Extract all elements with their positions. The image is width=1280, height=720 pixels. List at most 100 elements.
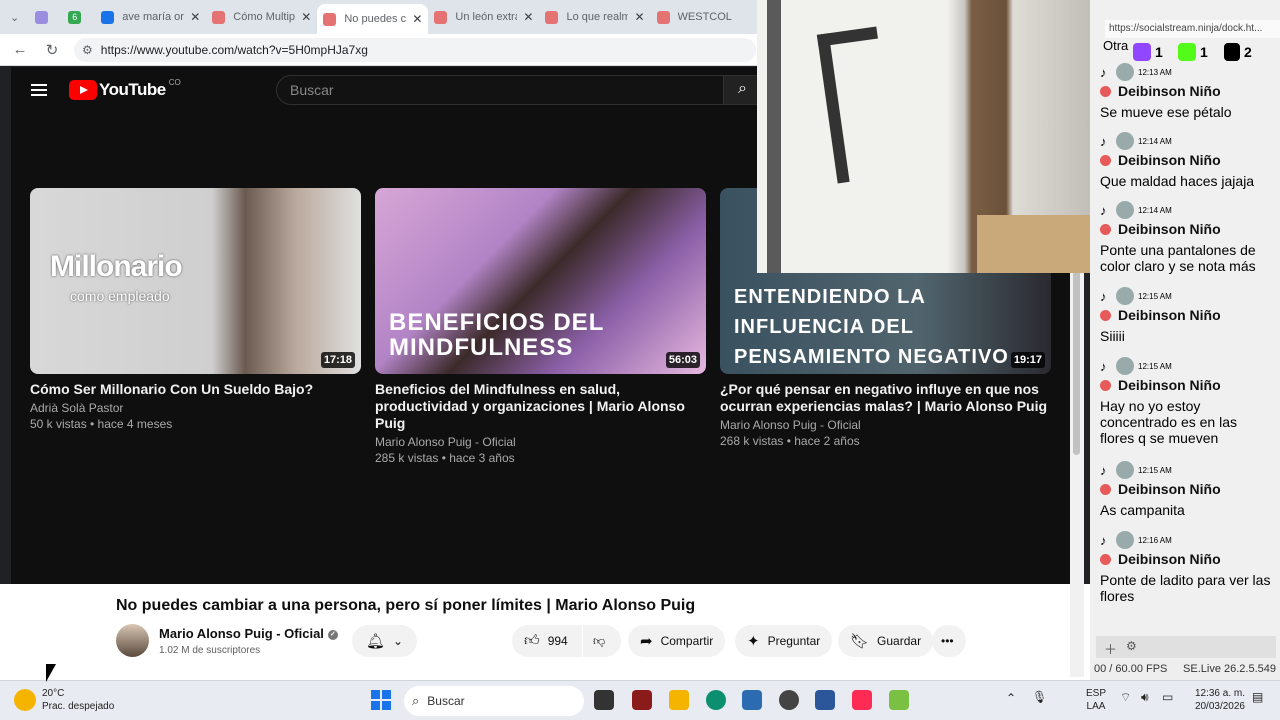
tiktok-count: 2: [1224, 43, 1252, 61]
notifications-button[interactable]: 🔔︎ ⌄: [352, 625, 418, 657]
video-title[interactable]: Beneficios del Mindfulness en salud, pro…: [375, 381, 706, 432]
store-icon[interactable]: [742, 690, 762, 710]
video-title[interactable]: ¿Por qué pensar en negativo influye en q…: [720, 381, 1051, 415]
verified-icon: ✓: [327, 629, 338, 640]
tab-3[interactable]: Cómo Multipl ✕: [206, 4, 317, 30]
message-text: Siiiii: [1100, 328, 1125, 344]
avatar: [1116, 63, 1134, 81]
more-actions-button[interactable]: •••: [932, 625, 966, 657]
like-button[interactable]: 👍︎ 994: [512, 625, 582, 657]
tab-list-button[interactable]: ⌄: [0, 4, 29, 30]
search-input[interactable]: Buscar: [276, 75, 766, 105]
video-thumbnail[interactable]: BENEFICIOS DEL MINDFULNESS 56:03: [375, 188, 706, 374]
edge-browser-icon[interactable]: [706, 690, 726, 710]
share-button[interactable]: ➦ Compartir: [628, 625, 726, 657]
tiktok-count-value: 2: [1244, 44, 1252, 60]
video-channel[interactable]: Adrià Solà Pastor: [30, 401, 361, 415]
url-field[interactable]: ⚙ https://www.youtube.com/watch?v=5H0mpH…: [74, 37, 756, 62]
video-duration: 17:18: [320, 352, 355, 368]
file-explorer-icon[interactable]: [669, 690, 689, 710]
address-bar: ← ↻ ⚙ https://www.youtube.com/watch?v=5H…: [0, 34, 760, 66]
tab-5[interactable]: Un león extra ✕: [428, 4, 539, 30]
wifi-icon[interactable]: ⌔: [1120, 691, 1131, 704]
add-icon[interactable]: ＋: [1104, 639, 1117, 658]
avatar: [1116, 531, 1134, 549]
close-icon[interactable]: ✕: [301, 10, 311, 24]
tab-7[interactable]: WESTCOL: [651, 4, 746, 30]
tab-title: Un león extra: [455, 11, 518, 23]
sparkle-icon: ✦: [747, 633, 760, 650]
video-channel[interactable]: Mario Alonso Puig - Oficial: [375, 435, 706, 449]
weather-text: Prac. despejado: [42, 701, 115, 712]
video-thumbnail[interactable]: Millonario como empleado 17:18: [30, 188, 361, 374]
message-time: 12:14 AM: [1138, 205, 1172, 215]
video-title[interactable]: Cómo Ser Millonario Con Un Sueldo Bajo?: [30, 381, 361, 398]
save-button[interactable]: 🔖︎ Guardar: [838, 625, 934, 657]
chat-message: ♪ 12:13 AM Deibinson Niño Se mueve ese pé…: [1100, 62, 1272, 120]
volume-icon[interactable]: 🔊︎: [1141, 691, 1149, 704]
user-badge-icon: [1100, 483, 1111, 495]
avatar[interactable]: [116, 624, 149, 657]
app-icon[interactable]: [889, 690, 909, 710]
channel-name[interactable]: Mario Alonso Puig - Oficial ✓: [159, 626, 338, 641]
temperature: 20°C: [42, 688, 65, 699]
close-icon[interactable]: ✕: [190, 10, 200, 24]
message-text: As campanita: [1100, 502, 1185, 518]
chat-partial-text: Otra: [1103, 38, 1129, 53]
ask-button[interactable]: ✦ Preguntar: [735, 625, 833, 657]
notification-icon[interactable]: ▤: [1252, 691, 1263, 704]
webcam-furniture: [977, 215, 1103, 273]
webcam-equipment: [816, 26, 898, 184]
back-icon[interactable]: ←: [8, 41, 32, 58]
battery-icon[interactable]: ▭: [1162, 691, 1173, 704]
gear-icon[interactable]: ⚙: [1126, 639, 1137, 653]
message-author: Deibinson Niño: [1118, 551, 1221, 567]
video-duration: 56:03: [665, 352, 700, 368]
tab-2[interactable]: ave maría orac ✕: [95, 4, 206, 30]
youtube-logo[interactable]: YouTube CO: [69, 77, 181, 100]
microphone-icon[interactable]: 🎙︎: [1032, 691, 1047, 704]
tab-active[interactable]: No puedes ca ✕: [317, 4, 429, 34]
user-badge-icon: [1100, 553, 1111, 565]
weather-widget[interactable]: 20°C Prac. despejado: [14, 687, 114, 713]
tab-0[interactable]: [29, 4, 62, 30]
taskbar-search[interactable]: ⌕ Buscar: [404, 686, 584, 716]
close-icon[interactable]: ✕: [634, 10, 644, 24]
youtube-play-icon: [69, 80, 97, 100]
thumbnail-title: Millonario: [50, 250, 183, 283]
obs-icon[interactable]: [779, 690, 799, 710]
tab-title: Cómo Multipl: [233, 11, 296, 23]
language-code: ESP: [1086, 688, 1107, 699]
tab-6[interactable]: Lo que realme ✕: [539, 4, 650, 30]
country-code: CO: [168, 77, 181, 87]
tab-1[interactable]: 6: [62, 4, 95, 30]
language-indicator[interactable]: ESP LAA: [1086, 687, 1106, 713]
chevron-up-icon[interactable]: ⌃: [1006, 692, 1016, 705]
avatar: [1116, 132, 1134, 150]
windows-start-icon[interactable]: [371, 690, 391, 710]
video-card[interactable]: Millonario como empleado 17:18 Cómo Ser …: [30, 188, 361, 431]
video-channel[interactable]: Mario Alonso Puig - Oficial: [720, 418, 1051, 432]
word-icon[interactable]: [815, 690, 835, 710]
tiktok-live-icon[interactable]: [852, 690, 872, 710]
video-card[interactable]: BENEFICIOS DEL MINDFULNESS 56:03 Benefic…: [375, 188, 706, 465]
chevron-down-icon: ⌄: [393, 634, 404, 648]
reload-icon[interactable]: ↻: [40, 41, 64, 59]
keyboard-layout: LAA: [1086, 701, 1106, 712]
tiktok-icon: ♪: [1100, 463, 1107, 478]
message-time: 12:15 AM: [1138, 291, 1172, 301]
subscriber-count: 1.02 M de suscriptores: [159, 645, 261, 656]
message-time: 12:15 AM: [1138, 465, 1172, 475]
system-clock[interactable]: 12:36 a. m. 20/03/2026: [1193, 687, 1245, 713]
close-icon[interactable]: ✕: [523, 10, 533, 24]
app-icon[interactable]: [632, 690, 652, 710]
twitch-count-value: 1: [1155, 44, 1163, 60]
site-info-icon[interactable]: ⚙: [82, 43, 93, 57]
menu-icon[interactable]: [31, 81, 47, 99]
scrollbar-thumb[interactable]: [1073, 255, 1080, 455]
obs-status-bar: 00 / 60.00 FPS SE.Live 26.2.5.549: [1090, 660, 1280, 680]
task-view-icon[interactable]: [594, 690, 614, 710]
dislike-button[interactable]: 👎︎: [583, 625, 621, 657]
close-icon[interactable]: ✕: [412, 12, 422, 26]
share-icon: ➦: [640, 633, 653, 650]
